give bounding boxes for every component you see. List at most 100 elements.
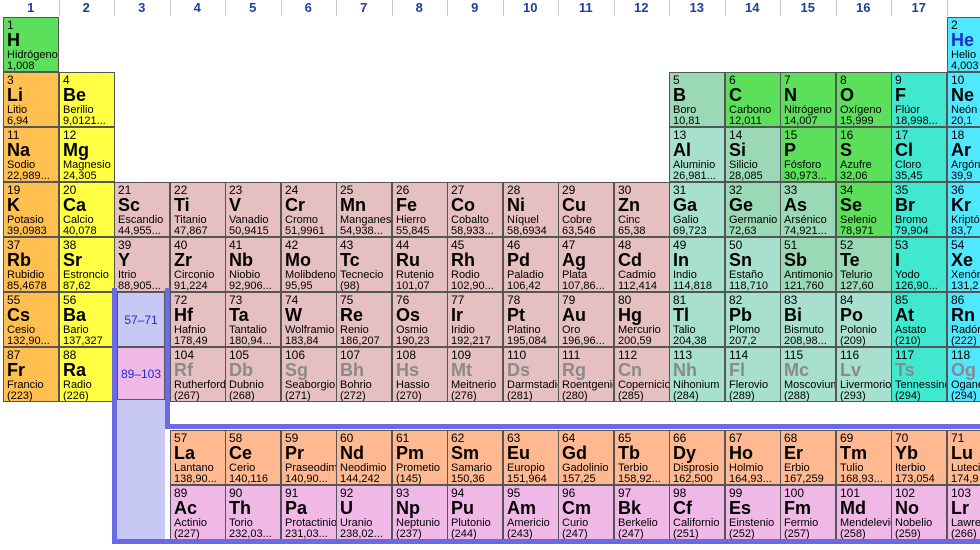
element-cell-ta[interactable]: 73 Ta Tantalio 180,94...	[225, 292, 281, 347]
element-cell-mn[interactable]: 25 Mn Manganeso 54,938...	[336, 182, 392, 237]
element-cell-cl[interactable]: 17 Cl Cloro 35,45	[891, 127, 947, 182]
element-cell-na[interactable]: 11 Na Sodio 22,989...	[3, 127, 59, 182]
element-cell-pa[interactable]: 91 Pa Protactinio 231,03...	[281, 485, 337, 540]
element-cell-p[interactable]: 15 P Fósforo 30,973...	[780, 127, 836, 182]
element-cell-y[interactable]: 39 Y Itrio 88,905...	[114, 237, 170, 292]
element-cell-kr[interactable]: 36KrKriptón83,7	[947, 182, 980, 237]
element-cell-f[interactable]: 9 F Flúor 18,998...	[891, 72, 947, 127]
element-cell-la[interactable]: 57 La Lantano 138,90...	[170, 430, 226, 485]
element-cell-i[interactable]: 53 I Yodo 126,90...	[891, 237, 947, 292]
element-cell-ca[interactable]: 20 Ca Calcio 40,078	[59, 182, 115, 237]
element-cell-db[interactable]: 105 Db Dubnio (268)	[225, 347, 281, 402]
element-cell-fe[interactable]: 26 Fe Hierro 55,845	[392, 182, 448, 237]
element-cell-ho[interactable]: 67 Ho Holmio 164,93...	[725, 430, 781, 485]
element-cell-fl[interactable]: 114 Fl Flerovio (289)	[725, 347, 781, 402]
element-cell-sm[interactable]: 62 Sm Samario 150,36	[447, 430, 503, 485]
element-cell-sr[interactable]: 38 Sr Estroncio 87,62	[59, 237, 115, 292]
element-cell-hf[interactable]: 72 Hf Hafnio 178,49	[170, 292, 226, 347]
element-cell-te[interactable]: 52 Te Telurio 127,60	[836, 237, 892, 292]
element-cell-cr[interactable]: 24 Cr Cromo 51,9961	[281, 182, 337, 237]
element-cell-pd[interactable]: 46 Pd Paladio 106,42	[503, 237, 559, 292]
element-cell-ar[interactable]: 18 Ar Argón 39,9	[947, 127, 980, 182]
element-cell-h[interactable]: 1 H Hidrógeno 1,008	[3, 17, 59, 72]
element-cell-ne[interactable]: 10 Ne Neón 20,1	[947, 72, 980, 127]
element-cell-zr[interactable]: 40 Zr Circonio 91,224	[170, 237, 226, 292]
lanthanides-placeholder[interactable]: 57–71	[117, 292, 165, 347]
element-cell-b[interactable]: 5 B Boro 10,81	[669, 72, 725, 127]
element-cell-u[interactable]: 92 U Uranio 238,02...	[336, 485, 392, 540]
element-cell-al[interactable]: 13 Al Aluminio 26,981...	[669, 127, 725, 182]
element-cell-cs[interactable]: 55 Cs Cesio 132,90...	[3, 292, 59, 347]
element-cell-v[interactable]: 23 V Vanadio 50,9415	[225, 182, 281, 237]
element-cell-mc[interactable]: 115 Mc Moscovium (288)	[780, 347, 836, 402]
element-cell-w[interactable]: 74 W Wolframio 183,84	[281, 292, 337, 347]
element-cell-ag[interactable]: 47 Ag Plata 107,86...	[558, 237, 614, 292]
element-cell-rf[interactable]: 104RfRutherfordio(267)	[170, 347, 226, 402]
element-cell-yb[interactable]: 70 Yb Iterbio 173,054	[891, 430, 947, 485]
element-cell-md[interactable]: 101 Md Mendelevio (258)	[836, 485, 892, 540]
element-cell-as[interactable]: 33 As Arsénico 74,921...	[780, 182, 836, 237]
element-cell-o[interactable]: 8 O Oxígeno 15,999	[836, 72, 892, 127]
element-cell-tb[interactable]: 65 Tb Terbio 158,92...	[614, 430, 670, 485]
element-cell-er[interactable]: 68 Er Erbio 167,259	[780, 430, 836, 485]
element-cell-nd[interactable]: 60 Nd Neodimio 144,242	[336, 430, 392, 485]
element-cell-bh[interactable]: 107 Bh Bohrio (272)	[336, 347, 392, 402]
element-cell-lu[interactable]: 71LuLutecio174,9	[947, 430, 980, 485]
element-cell-pr[interactable]: 59PrPraseodimio140,90...	[281, 430, 337, 485]
element-cell-ce[interactable]: 58 Ce Cerio 140,116	[225, 430, 281, 485]
element-cell-th[interactable]: 90 Th Torio 232,03...	[225, 485, 281, 540]
element-cell-ac[interactable]: 89 Ac Actinio (227)	[170, 485, 226, 540]
element-cell-os[interactable]: 76 Os Osmio 190,23	[392, 292, 448, 347]
element-cell-cm[interactable]: 96 Cm Curio (247)	[558, 485, 614, 540]
element-cell-rg[interactable]: 111 Rg Roentgenio (280)	[558, 347, 614, 402]
actinides-placeholder[interactable]: 89–103	[117, 347, 165, 400]
element-cell-dy[interactable]: 66 Dy Disprosio 162,500	[669, 430, 725, 485]
element-cell-og[interactable]: 118OgOganesón(294)	[947, 347, 980, 402]
element-cell-eu[interactable]: 63 Eu Europio 151,964	[503, 430, 559, 485]
element-cell-ga[interactable]: 31 Ga Galio 69,723	[669, 182, 725, 237]
element-cell-xe[interactable]: 54 Xe Xenón 131,2	[947, 237, 980, 292]
element-cell-tc[interactable]: 43 Tc Tecnecio (98)	[336, 237, 392, 292]
element-cell-cu[interactable]: 29 Cu Cobre 63,546	[558, 182, 614, 237]
element-cell-fm[interactable]: 100 Fm Fermio (257)	[780, 485, 836, 540]
element-cell-mt[interactable]: 109 Mt Meitnerio (276)	[447, 347, 503, 402]
element-cell-ir[interactable]: 77 Ir Iridio 192,217	[447, 292, 503, 347]
element-cell-br[interactable]: 35 Br Bromo 79,904	[891, 182, 947, 237]
element-cell-hg[interactable]: 80 Hg Mercurio 200,59	[614, 292, 670, 347]
element-cell-he[interactable]: 2 He Helio 4,003	[947, 17, 980, 72]
element-cell-ru[interactable]: 44 Ru Rutenio 101,07	[392, 237, 448, 292]
element-cell-ts[interactable]: 117 Ts Tennessine (294)	[891, 347, 947, 402]
element-cell-mg[interactable]: 12 Mg Magnesio 24,305	[59, 127, 115, 182]
element-cell-lv[interactable]: 116 Lv Livermorio (293)	[836, 347, 892, 402]
element-cell-ba[interactable]: 56 Ba Bario 137,327	[59, 292, 115, 347]
element-cell-po[interactable]: 84 Po Polonio (209)	[836, 292, 892, 347]
element-cell-sc[interactable]: 21 Sc Escandio 44,955...	[114, 182, 170, 237]
element-cell-np[interactable]: 93 Np Neptunio (237)	[392, 485, 448, 540]
element-cell-pb[interactable]: 82 Pb Plomo 207,2	[725, 292, 781, 347]
element-cell-rn[interactable]: 86RnRadón(222)	[947, 292, 980, 347]
element-cell-nb[interactable]: 41 Nb Niobio 92,906...	[225, 237, 281, 292]
element-cell-k[interactable]: 19 K Potasio 39,0983	[3, 182, 59, 237]
element-cell-ra[interactable]: 88 Ra Radio (226)	[59, 347, 115, 402]
element-cell-at[interactable]: 85 At Astato (210)	[891, 292, 947, 347]
element-cell-es[interactable]: 99 Es Einstenio (252)	[725, 485, 781, 540]
element-cell-rb[interactable]: 37 Rb Rubidio 85,4678	[3, 237, 59, 292]
element-cell-mo[interactable]: 42 Mo Molibdeno 95,95	[281, 237, 337, 292]
element-cell-n[interactable]: 7 N Nitrógeno 14,007	[780, 72, 836, 127]
element-cell-bi[interactable]: 83 Bi Bismuto 208,98...	[780, 292, 836, 347]
element-cell-sb[interactable]: 51 Sb Antimonio 121,760	[780, 237, 836, 292]
element-cell-ds[interactable]: 110 Ds Darmstadio (281)	[503, 347, 559, 402]
element-cell-co[interactable]: 27 Co Cobalto 58,933...	[447, 182, 503, 237]
element-cell-re[interactable]: 75 Re Renio 186,207	[336, 292, 392, 347]
element-cell-be[interactable]: 4 Be Berilio 9,0121...	[59, 72, 115, 127]
element-cell-sg[interactable]: 106 Sg Seaborgio (271)	[281, 347, 337, 402]
element-cell-tl[interactable]: 81 Tl Talio 204,38	[669, 292, 725, 347]
element-cell-sn[interactable]: 50 Sn Estaño 118,710	[725, 237, 781, 292]
element-cell-tm[interactable]: 69 Tm Tulio 168,93...	[836, 430, 892, 485]
element-cell-s[interactable]: 16 S Azufre 32,06	[836, 127, 892, 182]
element-cell-si[interactable]: 14 Si Silicio 28,085	[725, 127, 781, 182]
element-cell-cf[interactable]: 98 Cf Californio (251)	[669, 485, 725, 540]
element-cell-ni[interactable]: 28 Ni Níquel 58,6934	[503, 182, 559, 237]
element-cell-gd[interactable]: 64 Gd Gadolinio 157,25	[558, 430, 614, 485]
element-cell-pu[interactable]: 94 Pu Plutonio (244)	[447, 485, 503, 540]
